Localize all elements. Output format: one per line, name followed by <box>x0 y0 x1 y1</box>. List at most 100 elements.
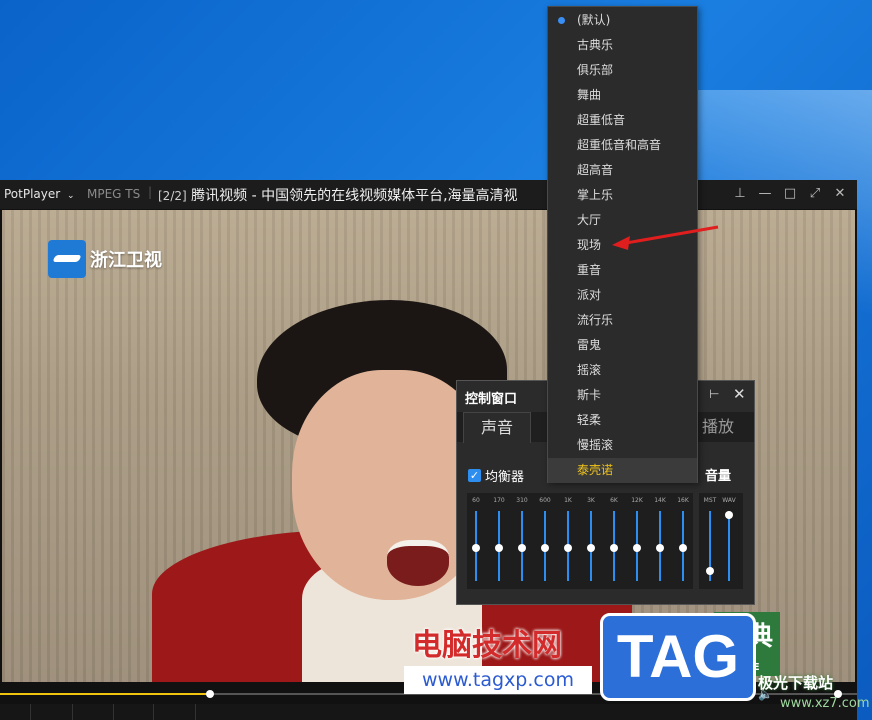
menu-item-label: 雷鬼 <box>577 338 602 352</box>
tab-sound[interactable]: 声音 <box>463 412 531 443</box>
app-name: PotPlayer <box>4 187 61 201</box>
menu-item-label: 超重低音 <box>577 113 626 127</box>
eq-band-handle[interactable] <box>725 511 733 519</box>
eq-band-slider[interactable]: 600 <box>534 493 556 589</box>
eq-band-slider[interactable]: 60 <box>465 493 487 589</box>
menu-item-label: (默认) <box>577 13 611 27</box>
seek-handle[interactable] <box>205 690 214 698</box>
eq-band-slider[interactable]: 14K <box>649 493 671 589</box>
eq-band-handle[interactable] <box>495 544 503 552</box>
menu-item[interactable]: 超重低音和高音 <box>548 133 697 158</box>
eq-band-label: 170 <box>493 497 505 504</box>
eq-band-handle[interactable] <box>633 544 641 552</box>
close-icon[interactable]: ✕ <box>833 186 847 201</box>
eq-band-slider[interactable]: 12K <box>626 493 648 589</box>
eq-band-handle[interactable] <box>706 567 714 576</box>
menu-item[interactable]: 摇滚 <box>548 358 697 383</box>
menu-item[interactable]: 慢摇滚 <box>548 433 697 458</box>
menu-item[interactable]: 轻柔 <box>548 408 697 433</box>
menu-item[interactable]: 古典乐 <box>548 33 697 58</box>
radio-dot-icon <box>558 17 565 24</box>
volume-panel: MST WAV <box>699 493 743 589</box>
eq-band-track <box>728 511 730 581</box>
eq-band-handle[interactable] <box>587 544 595 552</box>
equalizer-label: 均衡器 <box>485 470 525 485</box>
watermark-site2-url: www.xz7.com <box>780 696 870 711</box>
eq-band-handle[interactable] <box>656 544 664 552</box>
eq-band-label: 12K <box>631 497 643 504</box>
eq-band-label: 3K <box>587 497 595 504</box>
eq-band-label: 6K <box>610 497 618 504</box>
close-icon[interactable]: ✕ <box>733 385 746 403</box>
fullscreen-icon[interactable]: ⤢ <box>808 186 822 201</box>
eq-band-slider[interactable]: 3K <box>580 493 602 589</box>
menu-item[interactable]: 掌上乐 <box>548 183 697 208</box>
format-label: MPEG TS <box>87 187 141 201</box>
eq-band-slider[interactable]: 170 <box>488 493 510 589</box>
eq-band-label: 60 <box>472 497 480 504</box>
watermark-site-url: www.tagxp.com <box>404 666 592 694</box>
menu-item[interactable]: (默认) <box>548 8 697 33</box>
title-bar: PotPlayer ⌄ MPEG TS | [2/2] 腾讯视频 - 中国领先的… <box>0 180 857 209</box>
playlist-index: [2/2] <box>158 189 187 203</box>
menu-item[interactable]: 超重低音 <box>548 108 697 133</box>
eq-band-handle[interactable] <box>679 544 687 552</box>
eq-band-slider[interactable]: 6K <box>603 493 625 589</box>
equalizer-preset-menu: (默认) 古典乐 俱乐部舞曲超重低音超重低音和高音超高音掌上乐大厅现场重音派对流行乐… <box>547 6 698 483</box>
menu-item-label: 派对 <box>577 288 602 302</box>
eq-band-label: 16K <box>677 497 689 504</box>
menu-item-label: 现场 <box>577 238 602 252</box>
video-title: [2/2] 腾讯视频 - 中国领先的在线视频媒体平台,海量高清视 <box>158 185 550 205</box>
menu-item[interactable]: 斯卡 <box>548 383 697 408</box>
menu-item-label: 大厅 <box>577 213 602 227</box>
channel-logo-text: 浙江卫视 <box>90 250 162 271</box>
menu-item-label: 掌上乐 <box>577 188 614 202</box>
equalizer-panel: 60 170 310 600 1K 3K 6K 12K 14K 16K <box>467 493 693 589</box>
volume-label: 音量 <box>705 469 732 484</box>
control-bar <box>0 704 857 720</box>
menu-item[interactable]: 大厅 <box>548 208 697 233</box>
tab-play[interactable]: 播放 <box>691 412 745 442</box>
minimize-icon[interactable]: — <box>758 186 772 201</box>
equalizer-toggle[interactable]: ✓ 均衡器 <box>468 466 524 485</box>
eq-band-handle[interactable] <box>518 544 526 552</box>
menu-item-label: 超高音 <box>577 163 614 177</box>
pin-icon[interactable]: ⊢ <box>709 387 719 401</box>
menu-item-label: 重音 <box>577 263 602 277</box>
menu-item[interactable]: 现场 <box>548 233 697 258</box>
menu-item-label: 舞曲 <box>577 88 602 102</box>
menu-item-label: 轻柔 <box>577 413 602 427</box>
video-title-text: 腾讯视频 - 中国领先的在线视频媒体平台,海量高清视 <box>191 188 518 204</box>
eq-band-handle[interactable] <box>564 544 572 552</box>
eq-band-handle[interactable] <box>472 544 480 552</box>
eq-band-slider[interactable]: 1K <box>557 493 579 589</box>
app-menu-button[interactable]: PotPlayer ⌄ <box>4 187 75 201</box>
title-divider: | <box>148 185 153 199</box>
watermark-site2-name: 极光下载站 <box>758 674 834 692</box>
menu-item-label: 泰壳诺 <box>577 463 614 477</box>
menu-item[interactable]: 流行乐 <box>548 308 697 333</box>
channel-logo-icon <box>48 240 86 278</box>
menu-item[interactable]: 派对 <box>548 283 697 308</box>
eq-band-slider[interactable]: 310 <box>511 493 533 589</box>
eq-band-slider[interactable]: 16K <box>672 493 694 589</box>
menu-item[interactable]: 舞曲 <box>548 83 697 108</box>
menu-item[interactable]: 俱乐部 <box>548 58 697 83</box>
menu-item-label: 摇滚 <box>577 363 602 377</box>
watermark-site-name: 电脑技术网 <box>412 628 562 663</box>
maximize-icon[interactable]: □ <box>783 186 797 201</box>
menu-item[interactable]: 超高音 <box>548 158 697 183</box>
chevron-down-icon: ⌄ <box>67 191 75 201</box>
menu-item[interactable]: 雷鬼 <box>548 333 697 358</box>
menu-item[interactable]: 重音 <box>548 258 697 283</box>
eq-band-handle[interactable] <box>541 544 549 552</box>
eq-band-label: 310 <box>516 497 528 504</box>
menu-item-label: 慢摇滚 <box>577 438 614 452</box>
eq-band-slider[interactable]: WAV <box>718 493 740 589</box>
pin-icon[interactable]: ⊥ <box>733 186 747 201</box>
menu-item-label: 斯卡 <box>577 388 602 402</box>
checkbox-checked-icon[interactable]: ✓ <box>468 469 481 482</box>
menu-item[interactable]: 泰壳诺 <box>548 458 697 483</box>
eq-band-handle[interactable] <box>610 544 618 552</box>
control-window-title: 控制窗口 <box>465 392 518 407</box>
